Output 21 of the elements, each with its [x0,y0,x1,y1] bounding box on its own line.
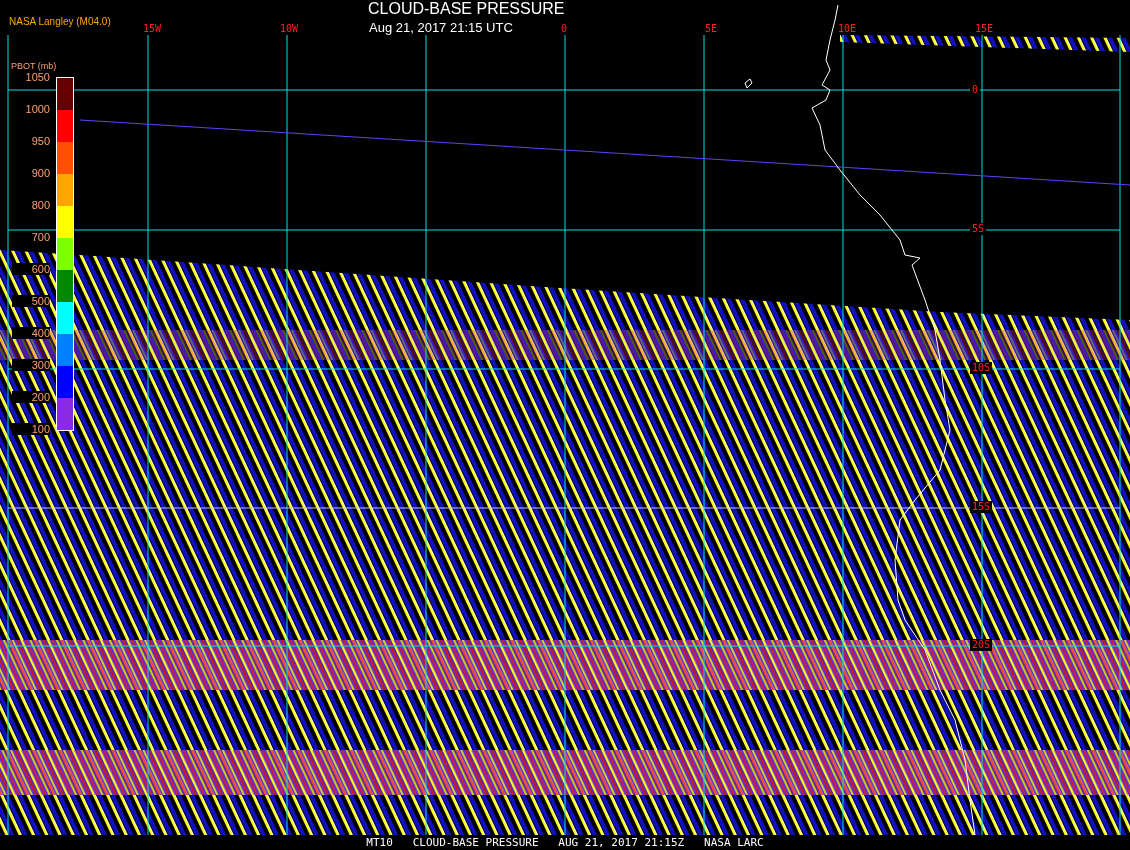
longitude-label: 5E [703,23,720,35]
legend-value: 500 [12,295,50,307]
latitude-label: 5S [970,223,987,235]
longitude-label: 10W [278,23,301,35]
source-label: NASA Langley (M04.0) [9,16,111,28]
longitude-label: 0 [559,23,570,35]
legend-value: 400 [12,327,50,339]
legend-value: 200 [12,391,50,403]
legend-title: PBOT (mb) [11,61,57,72]
map-title: CLOUD-BASE PRESSURE [368,0,565,18]
legend-value: 600 [12,263,50,275]
longitude-label: 15E [973,23,996,35]
latitude-label: 20S [970,639,993,651]
longitude-label: 15W [141,23,164,35]
longitude-label: 10E [836,23,859,35]
legend-value: 100 [12,423,50,435]
latitude-label: 10S [970,362,993,374]
latitude-label: 15S [970,501,993,513]
map-datetime: Aug 21, 2017 21:15 UTC [369,20,513,36]
legend-value: 300 [12,359,50,371]
latitude-label: 0 [970,84,981,96]
